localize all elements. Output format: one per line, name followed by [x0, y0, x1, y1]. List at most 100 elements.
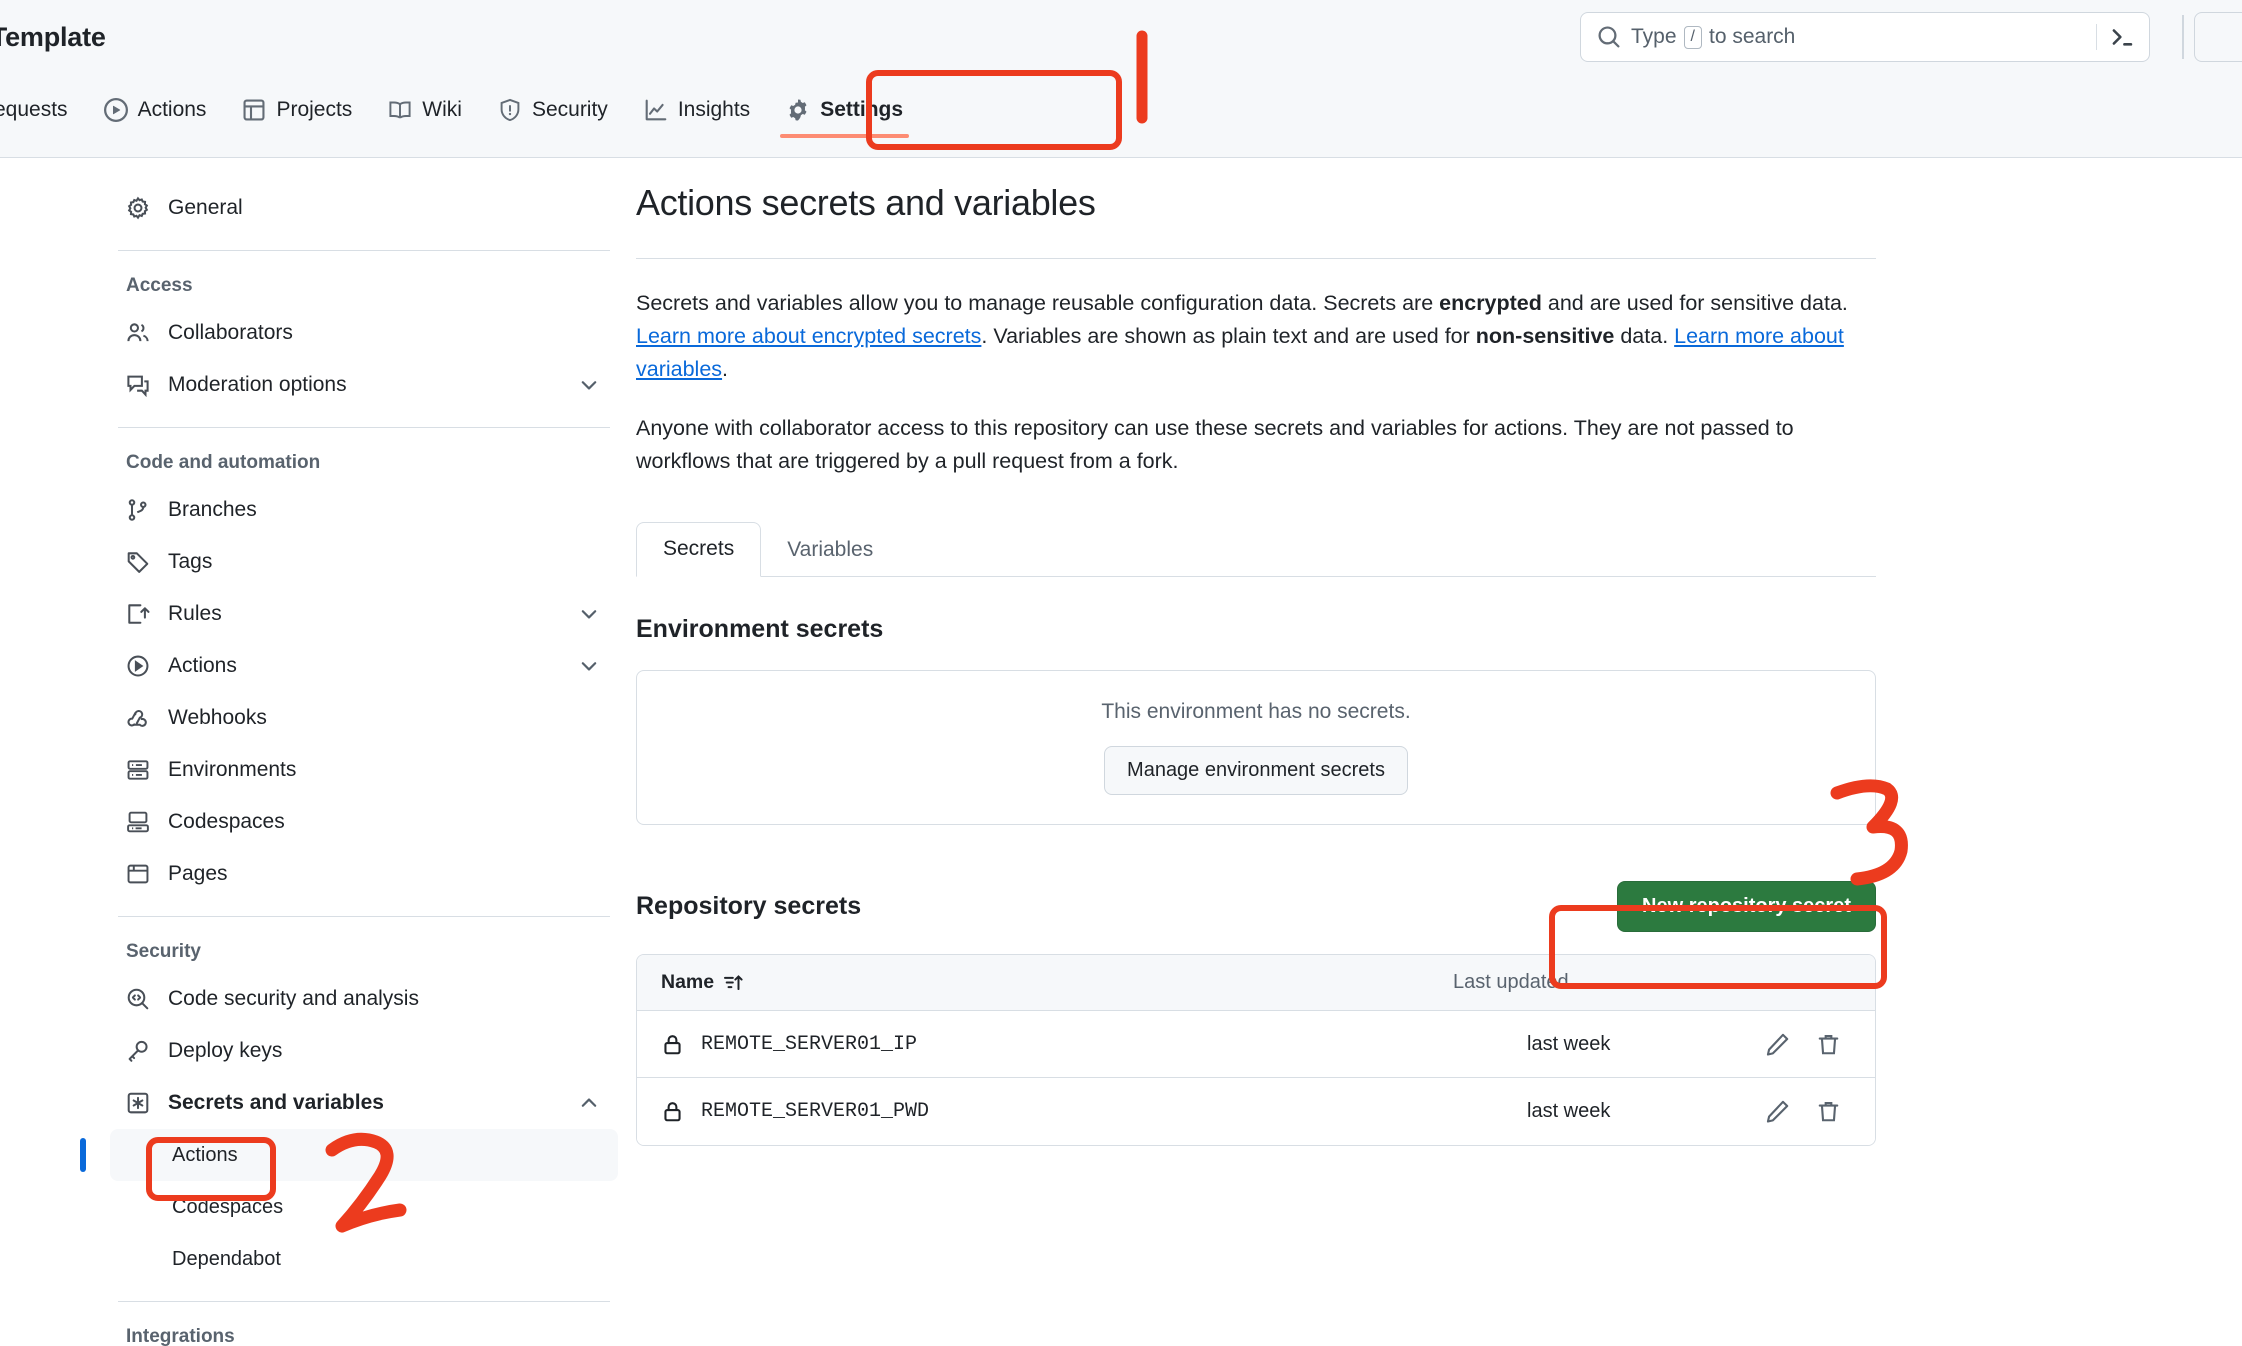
nav-tab-actions[interactable]: Actions — [86, 92, 225, 146]
sidebar-item-actions[interactable]: Actions — [110, 640, 618, 692]
desc-part-5: . — [722, 357, 729, 381]
column-header-name[interactable]: Name — [661, 971, 1431, 994]
sidebar-group-access: Access — [126, 275, 193, 296]
sidebar-item-label: Pages — [168, 862, 228, 885]
annotation-digit-2 — [325, 1132, 407, 1233]
sidebar-item-general[interactable]: General — [110, 182, 618, 234]
sidebar-item-webhooks[interactable]: Webhooks — [110, 692, 618, 744]
search-divider — [2096, 24, 2097, 50]
table-icon — [242, 98, 266, 122]
table-row[interactable]: REMOTE_SERVER01_PWD last week — [637, 1078, 1875, 1145]
annotation-stroke-1 — [1136, 30, 1148, 124]
sidebar-group-code-and-automation: Code and automation — [126, 452, 321, 473]
sidebar-item-deploy-keys[interactable]: Deploy keys — [110, 1025, 618, 1077]
sidebar-item-secrets-and-variables[interactable]: Secrets and variables — [110, 1077, 618, 1129]
table-row[interactable]: REMOTE_SERVER01_IP last week — [637, 1011, 1875, 1078]
trash-icon[interactable] — [1816, 1099, 1841, 1124]
chevron-down-icon[interactable] — [578, 655, 600, 677]
environment-empty-text: This environment has no secrets. — [1101, 700, 1411, 723]
main-content: Actions secrets and variables Secrets an… — [636, 182, 1876, 1146]
search-input[interactable]: Type / to search — [1580, 12, 2150, 62]
sidebar-item-label: Branches — [168, 498, 257, 521]
desc-part-4: data. — [1614, 324, 1675, 348]
sidebar-item-label: Tags — [168, 550, 213, 573]
search-prefix: Type — [1631, 25, 1677, 48]
sidebar-group-security: Security — [126, 941, 201, 962]
secrets-variables-tabs: Secrets Variables — [636, 522, 1876, 577]
gear-icon — [126, 196, 150, 220]
sidebar-item-rules[interactable]: Rules — [110, 588, 618, 640]
sidebar-item-code-security-and-analysis[interactable]: Code security and analysis — [110, 973, 618, 1025]
sidebar-item-collaborators[interactable]: Collaborators — [110, 307, 618, 359]
tag-icon — [126, 550, 150, 574]
codespaces-icon — [126, 810, 150, 834]
sidebar-item-tags[interactable]: Tags — [110, 536, 618, 588]
desc-part-3: . Variables are shown as plain text and … — [981, 324, 1476, 348]
nav-tab-security[interactable]: Security — [480, 92, 626, 146]
nav-tab-wiki[interactable]: Wiki — [370, 92, 480, 146]
sidebar-divider — [118, 1301, 610, 1302]
nav-tab-label: Insights — [677, 98, 751, 121]
annotation-box-new-repository-secret — [1549, 905, 1887, 989]
sidebar-item-environments[interactable]: Environments — [110, 744, 618, 796]
sidebar-item-codespaces[interactable]: Codespaces — [110, 796, 618, 848]
lock-icon — [661, 1033, 684, 1056]
git-branch-icon — [126, 498, 150, 522]
header-button-partial[interactable] — [2194, 12, 2242, 62]
terminal-icon[interactable] — [2109, 24, 2135, 50]
search-suffix: to search — [1708, 25, 1796, 48]
sidebar-item-label: Codespaces — [168, 810, 285, 833]
comment-discussion-icon — [126, 373, 150, 398]
graph-icon — [644, 98, 668, 122]
people-icon — [126, 321, 150, 345]
search-icon — [1597, 25, 1621, 49]
sidebar-divider — [118, 916, 610, 917]
lock-icon — [661, 1100, 684, 1123]
tab-secrets[interactable]: Secrets — [636, 522, 762, 577]
nav-tab-label: Projects — [276, 98, 353, 121]
search-slash-key: / — [1683, 25, 1702, 49]
secret-last-updated: last week — [1527, 1032, 1611, 1055]
tab-variables[interactable]: Variables — [761, 524, 899, 577]
trash-icon[interactable] — [1816, 1032, 1841, 1057]
repository-title: -Template — [0, 22, 106, 52]
chevron-up-icon[interactable] — [578, 1092, 600, 1114]
sort-asc-icon[interactable] — [723, 972, 744, 993]
chevron-down-icon[interactable] — [578, 603, 600, 625]
desc-part-1: Secrets and variables allow you to manag… — [636, 291, 1440, 315]
annotation-box-settings-tab — [866, 70, 1122, 150]
repository-secrets-heading: Repository secrets — [636, 892, 862, 920]
browser-icon — [126, 862, 150, 886]
header-divider — [2182, 15, 2184, 59]
page-title: Actions secrets and variables — [636, 182, 1096, 223]
sidebar-divider — [118, 250, 610, 251]
search-placeholder-text: Type / to search — [1631, 25, 1795, 49]
sidebar-item-label: Environments — [168, 758, 297, 781]
shield-icon — [498, 98, 522, 122]
link-encrypted-secrets[interactable]: Learn more about encrypted secrets — [636, 324, 981, 348]
sidebar-item-pages[interactable]: Pages — [110, 848, 618, 900]
desc-bold-non-sensitive: non-sensitive — [1475, 324, 1615, 348]
chevron-down-icon[interactable] — [578, 374, 600, 396]
sidebar-item-branches[interactable]: Branches — [110, 484, 618, 536]
key-icon — [126, 1039, 150, 1063]
pencil-icon[interactable] — [1765, 1032, 1790, 1057]
code-search-icon — [126, 987, 150, 1011]
environment-secrets-empty-box: This environment has no secrets. Manage … — [636, 670, 1876, 825]
github-settings-page: -Template Type / to search equests — [0, 0, 2242, 1346]
sidebar-item-label: Actions — [168, 654, 237, 677]
pencil-icon[interactable] — [1765, 1099, 1790, 1124]
sidebar-item-label: Secrets and variables — [168, 1091, 384, 1114]
sidebar-subitem-label: Dependabot — [172, 1247, 281, 1270]
sidebar-item-moderation-options[interactable]: Moderation options — [110, 359, 618, 411]
nav-tab-pull-requests[interactable]: equests — [0, 92, 86, 146]
sidebar-divider — [118, 427, 610, 428]
manage-environment-secrets-button[interactable]: Manage environment secrets — [1104, 746, 1408, 795]
row-action-buttons — [1765, 1032, 1851, 1057]
annotation-digit-3 — [1830, 779, 1908, 886]
secret-name-cell: REMOTE_SERVER01_PWD — [661, 1100, 1505, 1123]
nav-tab-insights[interactable]: Insights — [626, 92, 768, 146]
desc-bold-encrypted: encrypted — [1439, 291, 1542, 315]
nav-tab-projects[interactable]: Projects — [224, 92, 370, 146]
secret-last-updated: last week — [1527, 1100, 1611, 1122]
